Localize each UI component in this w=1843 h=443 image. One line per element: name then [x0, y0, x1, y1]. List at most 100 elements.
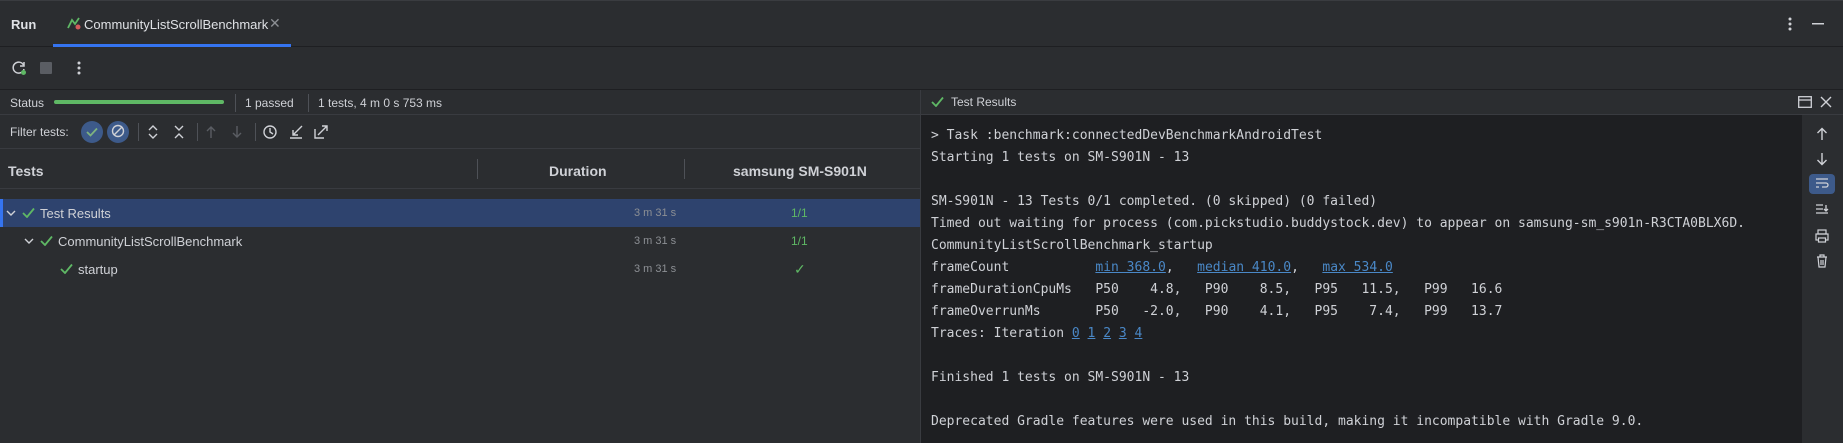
minimize-icon[interactable]	[1807, 13, 1829, 35]
tree-column-header: Tests Duration samsung SM-S901N	[0, 149, 920, 189]
passed-check-icon	[22, 206, 35, 221]
tool-window-header: Run CommunityListScrollBenchmark ✕	[0, 0, 1843, 47]
col-device[interactable]: samsung SM-S901N	[733, 163, 867, 179]
import-tests-icon[interactable]	[285, 121, 307, 143]
trace-link[interactable]: 2	[1103, 326, 1111, 341]
trash-icon[interactable]	[1811, 250, 1833, 272]
console-line: frameOverrunMs P50 -2.0, P90 4.1, P95 7.…	[931, 304, 1503, 319]
tree-row-label: startup	[78, 262, 118, 277]
console-line: frameDurationCpuMs P50 4.8, P90 8.5, P95…	[931, 282, 1503, 297]
passed-check-icon	[60, 262, 73, 277]
run-config-icon	[66, 15, 82, 31]
previous-failed-icon[interactable]	[200, 121, 222, 143]
divider	[308, 94, 309, 112]
close-icon[interactable]: ✕	[269, 15, 281, 32]
status-progress-fill	[54, 100, 224, 104]
row-duration: 3 m 31 s	[634, 263, 677, 275]
status-progress-bar	[54, 100, 224, 104]
test-tree-pane: Status 1 passed 1 tests, 4 m 0 s 753 ms …	[0, 90, 920, 443]
divider	[138, 123, 139, 141]
framecount-min-link[interactable]: min 368.0	[1095, 260, 1165, 275]
console-line: > Task :benchmark:connectedDevBenchmarkA…	[931, 128, 1323, 143]
show-ignored-toggle[interactable]	[107, 121, 129, 143]
console-line-framecount: frameCount min 368.0, median 410.0, max …	[931, 260, 1393, 275]
trace-link[interactable]: 1	[1088, 326, 1096, 341]
col-tests[interactable]: Tests	[8, 163, 44, 179]
passed-count: 1 passed	[245, 96, 294, 110]
framecount-max-link[interactable]: max 534.0	[1322, 260, 1392, 275]
scroll-to-end-icon[interactable]	[1811, 199, 1833, 221]
stop-icon[interactable]	[35, 57, 57, 79]
passed-check-icon	[40, 234, 53, 249]
next-failed-icon[interactable]	[226, 121, 248, 143]
console-line: Timed out waiting for process (com.picks…	[931, 216, 1745, 231]
chevron-down-icon[interactable]	[24, 234, 34, 249]
console-line: Starting 1 tests on SM-S901N - 13	[931, 150, 1190, 165]
tab-benchmark[interactable]: CommunityListScrollBenchmark ✕	[53, 1, 291, 47]
column-divider[interactable]	[684, 159, 685, 179]
console-output[interactable]: > Task :benchmark:connectedDevBenchmarkA…	[920, 115, 1802, 443]
filter-row: Filter tests:	[0, 115, 920, 149]
framecount-median-link[interactable]: median 410.0	[1197, 260, 1291, 275]
trace-link[interactable]: 0	[1072, 326, 1080, 341]
tree-row-suite[interactable]: CommunityListScrollBenchmark 3 m 31 s 1/…	[0, 227, 920, 255]
print-icon[interactable]	[1811, 225, 1833, 247]
row-result: 1/1	[791, 234, 808, 248]
divider	[255, 123, 256, 141]
console-side-toolbar	[1802, 115, 1843, 443]
tree-row-test-results[interactable]: Test Results 3 m 31 s 1/1	[0, 199, 920, 227]
expand-all-icon[interactable]	[142, 121, 164, 143]
console-line: Deprecated Gradle features were used in …	[931, 414, 1644, 429]
more-actions-icon[interactable]	[68, 57, 90, 79]
show-passed-toggle[interactable]	[81, 121, 103, 143]
traces-label: Traces: Iteration	[931, 326, 1065, 341]
more-options-icon[interactable]	[1779, 13, 1801, 35]
console-line: SM-S901N - 13 Tests 0/1 completed. (0 sk…	[931, 194, 1378, 209]
trace-link[interactable]: 3	[1119, 326, 1127, 341]
tree-row-label: Test Results	[40, 206, 111, 221]
collapse-all-icon[interactable]	[168, 121, 190, 143]
console-line-traces: Traces: Iteration 0 1 2 3 4	[931, 323, 1745, 345]
arrow-down-icon[interactable]	[1811, 148, 1833, 170]
history-icon[interactable]	[259, 121, 281, 143]
close-icon[interactable]	[1815, 91, 1837, 113]
passed-check-icon	[931, 95, 944, 110]
run-tool-label[interactable]: Run	[11, 17, 36, 32]
tab-label: CommunityListScrollBenchmark	[84, 17, 269, 32]
row-duration: 3 m 31 s	[634, 207, 677, 219]
results-panel-header: Test Results	[920, 90, 1843, 115]
status-label: Status	[10, 96, 45, 110]
export-tests-icon[interactable]	[310, 121, 332, 143]
console-text: > Task :benchmark:connectedDevBenchmarkA…	[931, 125, 1745, 433]
tree-row-label: CommunityListScrollBenchmark	[58, 234, 243, 249]
rerun-icon[interactable]	[8, 57, 30, 79]
row-result: 1/1	[791, 206, 808, 220]
check-icon	[86, 125, 98, 140]
status-row: Status 1 passed 1 tests, 4 m 0 s 753 ms	[0, 90, 920, 115]
filter-label: Filter tests:	[10, 125, 69, 139]
chevron-down-icon[interactable]	[6, 206, 16, 221]
arrow-up-icon[interactable]	[1811, 123, 1833, 145]
divider	[197, 123, 198, 141]
row-duration: 3 m 31 s	[634, 235, 677, 247]
tree-row-test[interactable]: startup 3 m 31 s ✓	[0, 255, 920, 283]
console-line: Finished 1 tests on SM-S901N - 13	[931, 370, 1190, 385]
trace-link[interactable]: 4	[1135, 326, 1143, 341]
ignored-icon	[111, 124, 125, 141]
framecount-label: frameCount	[931, 260, 1010, 275]
run-summary: 1 tests, 4 m 0 s 753 ms	[318, 96, 443, 110]
col-duration[interactable]: Duration	[549, 163, 607, 179]
selection-indicator	[0, 199, 3, 227]
soft-wrap-icon	[1815, 177, 1829, 192]
divider	[235, 94, 236, 112]
console-line: CommunityListScrollBenchmark_startup	[931, 238, 1213, 253]
run-toolbar	[0, 47, 1843, 90]
layout-icon[interactable]	[1794, 91, 1816, 113]
row-result: ✓	[794, 261, 806, 277]
column-divider[interactable]	[477, 159, 478, 179]
soft-wrap-toggle[interactable]	[1809, 174, 1835, 194]
results-panel-title: Test Results	[951, 95, 1017, 109]
